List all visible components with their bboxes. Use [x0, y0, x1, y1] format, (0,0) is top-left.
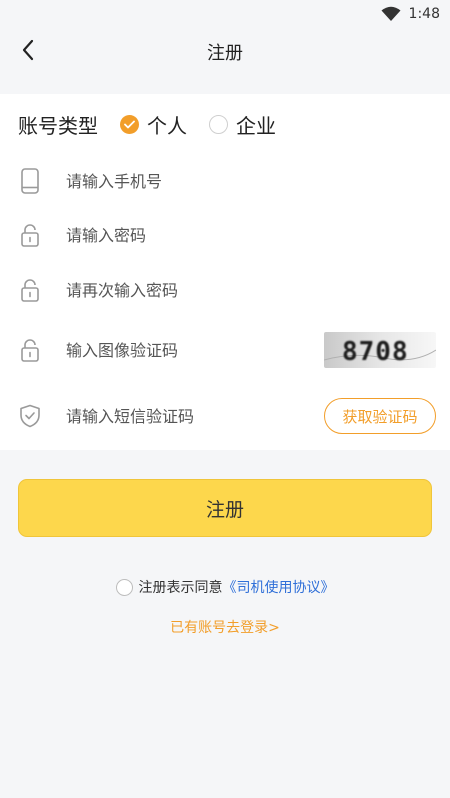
wifi-icon — [381, 6, 401, 22]
sms-code-input[interactable] — [66, 401, 324, 431]
account-type-label: 账号类型 — [18, 113, 98, 138]
lock-icon — [18, 277, 42, 303]
captcha-row: 8708 — [18, 330, 436, 370]
lock-icon — [18, 337, 42, 363]
captcha-input[interactable] — [66, 335, 324, 365]
sms-code-row: 获取验证码 — [18, 396, 436, 436]
agreement-link[interactable]: 《司机使用协议》 — [223, 577, 335, 597]
phone-row — [18, 161, 432, 201]
radio-checked-icon — [120, 114, 139, 134]
confirm-password-input[interactable] — [66, 275, 432, 305]
radio-label-enterprise: 企业 — [236, 113, 276, 138]
back-button[interactable] — [10, 34, 46, 70]
captcha-image[interactable]: 8708 — [324, 332, 436, 368]
radio-unchecked-icon — [209, 114, 228, 134]
agreement-checkbox[interactable] — [115, 578, 133, 596]
confirm-password-row — [18, 270, 432, 310]
password-row — [18, 215, 432, 255]
phone-icon — [18, 168, 42, 194]
page-title: 注册 — [207, 43, 243, 64]
chevron-left-icon — [21, 39, 35, 65]
account-type-personal[interactable]: 个人 — [120, 110, 187, 139]
agreement-text: 注册表示同意 — [138, 580, 223, 596]
account-type-enterprise[interactable]: 企业 — [209, 110, 276, 139]
get-code-button[interactable]: 获取验证码 — [324, 398, 436, 434]
account-type-row: 账号类型 个人 企业 — [18, 106, 298, 142]
status-bar: 1:48 — [0, 0, 450, 28]
radio-label-personal: 个人 — [147, 113, 187, 138]
lock-icon — [18, 222, 42, 248]
login-link[interactable]: 已有账号去登录> — [0, 617, 450, 637]
phone-input[interactable] — [66, 166, 432, 196]
shield-icon — [18, 403, 42, 429]
password-input[interactable] — [66, 220, 432, 250]
agreement-row: 注册表示同意 《司机使用协议》 — [0, 575, 450, 599]
status-time: 1:48 — [408, 6, 440, 22]
register-button[interactable]: 注册 — [18, 479, 432, 537]
register-form: 账号类型 个人 企业 请输入手机号 输入图像验证码 8708 请输入短信验证码 … — [0, 94, 450, 450]
captcha-code-text: 8708 — [342, 337, 409, 367]
nav-bar: 注册 — [0, 28, 450, 76]
